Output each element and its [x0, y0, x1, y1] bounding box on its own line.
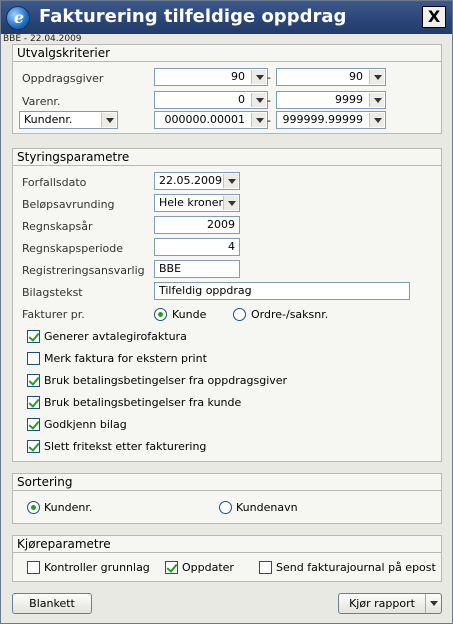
belopsavrunding-select[interactable]: Hele kroner	[154, 194, 240, 212]
kjoreparametre-group: Kjøreparametre Kontroller grunnlag Oppda…	[12, 535, 442, 582]
close-button[interactable]: X	[422, 6, 446, 28]
slett-fritekst-checkbox[interactable]	[27, 440, 40, 453]
chevron-down-icon[interactable]	[223, 174, 238, 188]
sort-kundenavn-label: Kundenavn	[236, 501, 298, 514]
chevron-down-icon[interactable]	[251, 70, 266, 84]
bilagstekst-label: Bilagstekst	[22, 286, 83, 299]
fakturer-pr-label: Fakturer pr.	[22, 308, 85, 321]
window-title: Fakturering tilfeldige oppdrag	[39, 6, 347, 27]
kundenr-from-select[interactable]: 000000.00001	[154, 111, 268, 129]
chevron-down-icon[interactable]	[369, 93, 384, 107]
sort-kundenr-radio[interactable]	[27, 501, 40, 514]
regnskapsar-input[interactable]: 2009	[154, 216, 240, 234]
chevron-down-icon[interactable]	[425, 594, 441, 613]
sort-kundenavn-radio[interactable]	[219, 501, 232, 514]
bilagstekst-input[interactable]: Tilfeldig oppdrag	[154, 282, 410, 300]
slett-fritekst-label: Slett fritekst etter fakturering	[44, 440, 207, 453]
kontroller-grunnlag-checkbox[interactable]	[27, 561, 40, 574]
merk-ekstern-print-label: Merk faktura for ekstern print	[44, 352, 207, 365]
chevron-down-icon[interactable]	[251, 93, 266, 107]
chevron-down-icon[interactable]	[369, 113, 384, 127]
kontroller-grunnlag-label: Kontroller grunnlag	[44, 561, 150, 574]
varenr-from-select[interactable]: 0	[154, 91, 268, 109]
belopsavrunding-label: Beløpsavrunding	[22, 198, 115, 211]
title-bar[interactable]: e Fakturering tilfeldige oppdrag X	[1, 1, 452, 34]
key-type-select[interactable]: Kundenr.	[19, 111, 118, 129]
group-heading: Sortering	[13, 474, 441, 491]
chevron-down-icon[interactable]	[223, 196, 238, 210]
sortering-group: Sortering Kundenr. Kundenavn	[12, 473, 442, 524]
user-date-label: BBE - 22.04.2009	[3, 34, 82, 44]
fakturer-ordre-radio[interactable]	[233, 308, 246, 321]
range-separator: -	[267, 94, 271, 107]
betaling-kunde-label: Bruk betalingsbetingelser fra kunde	[44, 396, 242, 409]
send-fakturajournal-label: Send fakturajournal på epost	[276, 561, 436, 574]
merk-ekstern-print-checkbox[interactable]	[27, 352, 40, 365]
godkjenn-bilag-label: Godkjenn bilag	[44, 418, 127, 431]
registreringsansvarlig-label: Registreringsansvarlig	[22, 264, 145, 277]
varenr-label: Varenr.	[22, 95, 61, 108]
oppdragsgiver-label: Oppdragsgiver	[22, 72, 104, 85]
fakturer-ordre-label: Ordre-/saksnr.	[251, 308, 329, 321]
range-separator: -	[267, 114, 271, 127]
generer-avtalegiro-checkbox[interactable]	[27, 330, 40, 343]
chevron-down-icon[interactable]	[101, 113, 116, 127]
kundenr-to-select[interactable]: 999999.99999	[276, 111, 386, 129]
blankett-button[interactable]: Blankett	[12, 593, 92, 614]
betaling-kunde-checkbox[interactable]	[27, 396, 40, 409]
oppdragsgiver-to-select[interactable]: 90	[276, 68, 386, 86]
regnskapsperiode-input[interactable]: 4	[154, 238, 240, 256]
dialog-window: e Fakturering tilfeldige oppdrag X BBE -…	[0, 0, 453, 624]
app-logo-icon: e	[6, 6, 30, 30]
kjor-rapport-button[interactable]: Kjør rapport	[338, 593, 442, 614]
chevron-down-icon[interactable]	[251, 113, 266, 127]
forfallsdato-label: Forfallsdato	[22, 176, 87, 189]
oppdragsgiver-from-select[interactable]: 90	[154, 68, 268, 86]
oppdater-label: Oppdater	[182, 561, 234, 574]
regnskapsperiode-label: Regnskapsperiode	[22, 242, 124, 255]
oppdater-checkbox[interactable]	[165, 561, 178, 574]
group-heading: Utvalgskriterier	[13, 45, 441, 62]
regnskapsar-label: Regnskapsår	[22, 220, 93, 233]
fakturer-kunde-radio[interactable]	[154, 308, 167, 321]
varenr-to-select[interactable]: 9999	[276, 91, 386, 109]
betaling-oppdragsgiver-checkbox[interactable]	[27, 374, 40, 387]
chevron-down-icon[interactable]	[369, 70, 384, 84]
kjor-rapport-label: Kjør rapport	[349, 597, 415, 610]
range-separator: -	[267, 71, 271, 84]
send-fakturajournal-checkbox[interactable]	[259, 561, 272, 574]
sort-kundenr-label: Kundenr.	[44, 501, 93, 514]
group-heading: Kjøreparametre	[13, 536, 441, 553]
styringsparametre-group: Styringsparametre Forfallsdato 22.05.200…	[12, 148, 442, 462]
utvalgskriterier-group: Utvalgskriterier Oppdragsgiver 90 - 90 V…	[12, 44, 442, 134]
group-heading: Styringsparametre	[13, 149, 441, 166]
betaling-oppdragsgiver-label: Bruk betalingsbetingelser fra oppdragsgi…	[44, 374, 288, 387]
registreringsansvarlig-input[interactable]: BBE	[154, 260, 240, 278]
godkjenn-bilag-checkbox[interactable]	[27, 418, 40, 431]
forfallsdato-picker[interactable]: 22.05.2009	[154, 172, 240, 190]
generer-avtalegiro-label: Generer avtalegirofaktura	[44, 330, 187, 343]
fakturer-kunde-label: Kunde	[172, 308, 207, 321]
